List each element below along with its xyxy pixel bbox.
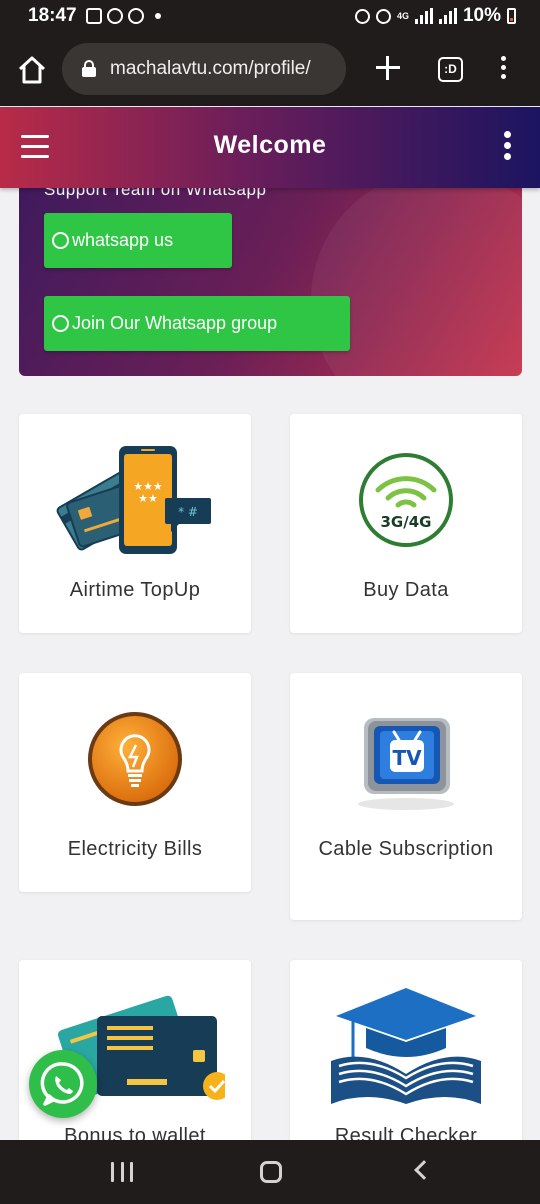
lightbulb-icon — [19, 699, 251, 819]
whatsapp-notification-icon — [107, 8, 123, 24]
service-label: Buy Data — [363, 579, 449, 601]
service-card-result[interactable]: Result Checker — [290, 960, 522, 1160]
data-saver-icon — [354, 8, 370, 24]
address-bar[interactable]: machalavtu.com/profile/ — [62, 43, 346, 95]
network-type: 4G — [396, 10, 409, 21]
whatsapp-float-button[interactable] — [29, 1050, 97, 1118]
tab-switcher-button[interactable]: :D — [438, 57, 463, 82]
airtime-phone-icon: ★★★ ★★ * # — [19, 440, 251, 560]
b-notification-icon — [128, 8, 144, 24]
home-nav-button[interactable] — [260, 1161, 282, 1183]
status-time: 18:47 — [28, 5, 77, 26]
join-group-label: Join Our Whatsapp group — [72, 313, 278, 333]
recents-button[interactable] — [111, 1162, 133, 1182]
notification-icons — [86, 8, 161, 24]
url-text: machalavtu.com/profile/ — [110, 58, 311, 79]
signal-icon-2 — [438, 8, 457, 24]
service-card-airtime[interactable]: ★★★ ★★ * # Airtime TopUp — [19, 414, 251, 633]
home-button[interactable] — [16, 54, 48, 86]
svg-text:* #: * # — [178, 505, 198, 519]
alarm-icon — [375, 8, 391, 24]
browser-menu-button[interactable] — [496, 56, 510, 84]
graduation-book-icon — [290, 986, 522, 1106]
signal-icon — [414, 8, 433, 24]
svg-text:★★: ★★ — [138, 492, 158, 505]
service-label: Electricity Bills — [67, 838, 203, 860]
status-right: 4G 10% — [354, 5, 516, 27]
support-card: Support Team on Whatsapp whatsapp us Joi… — [19, 160, 522, 376]
app-menu-button[interactable] — [500, 131, 514, 165]
tv-icon-text: TV — [392, 746, 422, 770]
whatsapp-us-button[interactable]: whatsapp us — [44, 213, 232, 268]
whatsapp-icon — [40, 1062, 84, 1106]
lock-icon — [82, 60, 96, 77]
system-nav-bar — [0, 1140, 540, 1204]
data-3g4g-icon: 3G/4G — [290, 440, 522, 560]
more-notifications-icon — [155, 13, 161, 19]
battery-percent: 10% — [462, 5, 501, 26]
tv-icon: TV — [290, 699, 522, 819]
home-icon — [18, 56, 46, 84]
service-card-cable[interactable]: TV Cable Subscription — [290, 673, 522, 920]
join-group-button[interactable]: Join Our Whatsapp group — [44, 296, 350, 351]
gallery-icon — [86, 8, 102, 24]
page-title: Welcome — [213, 131, 327, 159]
battery-icon — [507, 8, 516, 24]
browser-toolbar: machalavtu.com/profile/ :D — [0, 34, 540, 106]
app-header: Welcome — [0, 107, 540, 188]
service-label: Airtime TopUp — [69, 579, 201, 601]
whatsapp-us-label: whatsapp us — [72, 230, 174, 250]
whatsapp-icon — [52, 231, 69, 249]
data-icon-text: 3G/4G — [381, 513, 432, 531]
whatsapp-icon — [52, 314, 69, 332]
service-label: Cable Subscription — [318, 838, 494, 860]
back-button[interactable] — [414, 1160, 434, 1180]
service-card-data[interactable]: 3G/4G Buy Data — [290, 414, 522, 633]
status-bar: 18:47 4G 10% — [0, 0, 540, 34]
service-card-electricity[interactable]: Electricity Bills — [19, 673, 251, 892]
new-tab-button[interactable] — [374, 54, 402, 82]
